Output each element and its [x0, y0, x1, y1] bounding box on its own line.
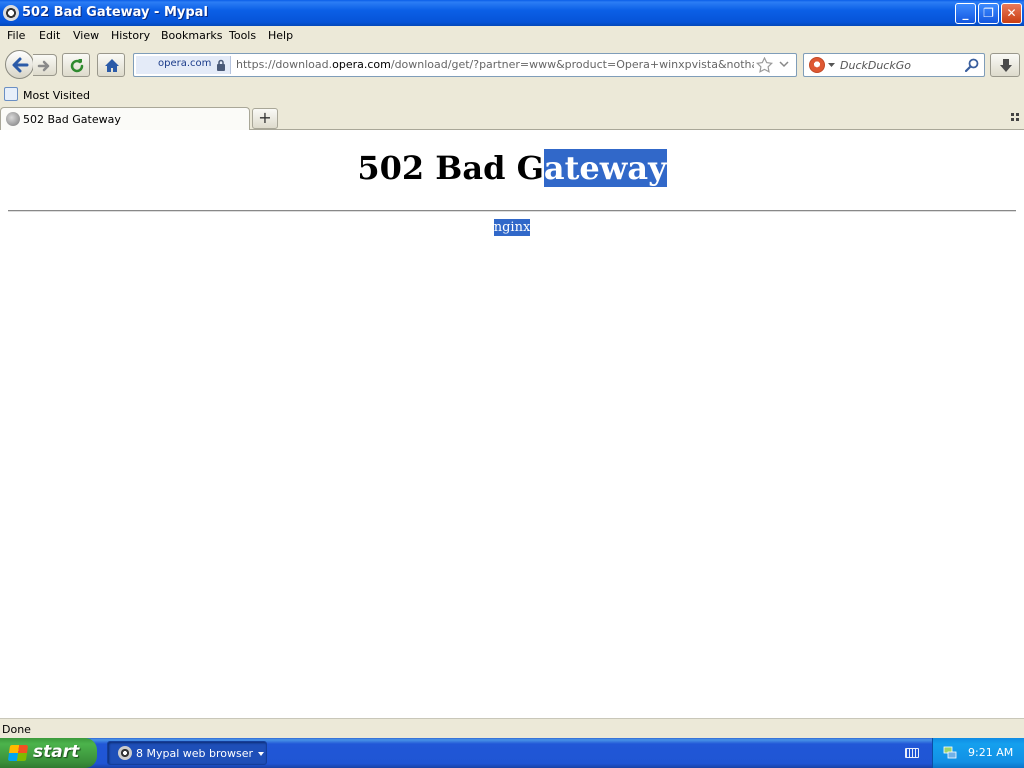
taskbar-item-mypal[interactable]: 8 Mypal web browser [107, 741, 267, 765]
site-identity-button[interactable]: opera.com [136, 56, 231, 74]
minimize-button[interactable]: _ [955, 3, 976, 24]
lock-icon [217, 59, 225, 71]
network-icon[interactable] [943, 746, 957, 759]
search-icon[interactable] [965, 58, 979, 72]
mypal-app-icon[interactable] [3, 5, 19, 21]
keyboard-icon[interactable] [905, 748, 919, 758]
url-prefix: https://download. [236, 58, 333, 71]
mypal-app-icon [118, 746, 132, 760]
menu-edit[interactable]: Edit [39, 29, 60, 42]
close-button[interactable]: ✕ [1001, 3, 1022, 24]
globe-icon [6, 112, 20, 126]
menu-help[interactable]: Help [268, 29, 293, 42]
site-identity-label: opera.com [158, 58, 212, 69]
reload-button[interactable] [62, 53, 90, 77]
menu-tools[interactable]: Tools [229, 29, 256, 42]
error-heading: 502 Bad Gateway [0, 149, 1024, 187]
server-signature: nginx [0, 219, 1024, 236]
home-icon [105, 59, 119, 72]
status-bar: Done [0, 718, 1024, 738]
server-name-text: nginx [493, 219, 531, 236]
url-dropdown-icon[interactable] [779, 61, 789, 68]
back-button[interactable] [5, 50, 34, 79]
tab-502-bad-gateway[interactable]: 502 Bad Gateway [0, 107, 250, 131]
navigation-toolbar: opera.com https://download.opera.com/dow… [0, 46, 1024, 84]
taskbar: start 8 Mypal web browser 9:21 AM [0, 738, 1024, 768]
menu-file[interactable]: File [7, 29, 25, 42]
windows-logo-icon [7, 745, 29, 761]
search-bar[interactable]: DuckDuckGo [803, 53, 985, 77]
bookmarks-toolbar: Most Visited [0, 84, 1024, 105]
back-arrow-icon [12, 57, 29, 73]
downloads-button[interactable] [990, 53, 1020, 77]
menu-view[interactable]: View [73, 29, 99, 42]
forward-button[interactable] [33, 54, 57, 76]
url-path: /download/get/?partner=www&product=Opera… [390, 58, 754, 71]
window-title: 502 Bad Gateway - Mypal [22, 5, 208, 20]
start-label: start [33, 742, 80, 762]
tab-label: 502 Bad Gateway [23, 113, 121, 126]
bookmark-folder-icon [4, 87, 18, 101]
url-bar[interactable]: opera.com https://download.opera.com/dow… [133, 53, 797, 77]
reload-icon [70, 59, 84, 73]
url-text[interactable]: https://download.opera.com/download/get/… [236, 58, 754, 71]
system-tray: 9:21 AM [932, 738, 1024, 768]
restore-button[interactable]: ❐ [978, 3, 999, 24]
error-heading-text: 502 Bad G [357, 149, 544, 187]
start-button[interactable]: start [0, 738, 97, 768]
search-placeholder[interactable]: DuckDuckGo [840, 59, 911, 72]
page-content: 502 Bad Gateway nginx [0, 130, 1024, 718]
error-heading-selected-text: ateway [543, 149, 667, 187]
menu-bar: File Edit View History Bookmarks Tools H… [0, 26, 1024, 46]
new-tab-button[interactable]: + [252, 108, 278, 129]
menu-history[interactable]: History [111, 29, 150, 42]
status-text: Done [2, 723, 31, 736]
home-button[interactable] [97, 53, 125, 77]
forward-arrow-icon [37, 60, 50, 72]
bookmark-star-icon[interactable] [756, 57, 773, 74]
most-visited-label: Most Visited [23, 89, 90, 102]
title-bar[interactable]: 502 Bad Gateway - Mypal _ ❐ ✕ [0, 0, 1024, 26]
chevron-down-icon[interactable] [258, 752, 264, 756]
chevron-down-icon[interactable] [828, 63, 835, 68]
menu-bookmarks[interactable]: Bookmarks [161, 29, 222, 42]
clock[interactable]: 9:21 AM [968, 746, 1013, 759]
horizontal-rule [8, 210, 1016, 212]
taskbar-item-label: 8 Mypal web browser [136, 747, 254, 760]
download-arrow-icon [1000, 59, 1012, 72]
url-domain: opera.com [332, 58, 391, 71]
tab-list-icon[interactable] [1011, 113, 1019, 121]
duckduckgo-icon[interactable] [809, 57, 825, 73]
tab-strip: 502 Bad Gateway + [0, 105, 1024, 131]
